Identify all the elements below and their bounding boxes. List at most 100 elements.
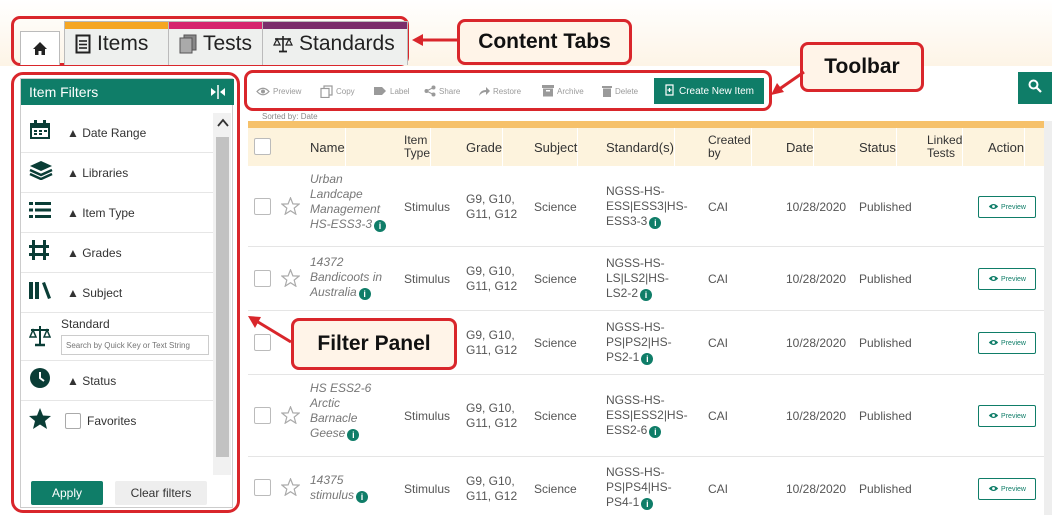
header-linked-tests[interactable]: Linked Tests	[927, 128, 964, 166]
info-icon[interactable]: i	[649, 217, 662, 229]
tab-standards[interactable]: Standards	[262, 21, 408, 65]
row-checkbox[interactable]	[254, 334, 271, 351]
row-checkbox[interactable]	[254, 479, 271, 496]
row-preview-button[interactable]: Preview	[978, 332, 1036, 354]
info-icon[interactable]: i	[640, 289, 653, 301]
row-standards: NGSS-HS- LS|LS2|HS- LS2-2 i	[606, 256, 669, 301]
eye-icon	[988, 275, 999, 284]
row-name-line: Landcape	[310, 187, 363, 201]
favorite-star-icon[interactable]	[281, 406, 300, 424]
filter-panel-highlight	[11, 72, 240, 513]
select-all-checkbox[interactable]	[254, 138, 271, 155]
row-checkbox[interactable]	[254, 198, 271, 215]
favorite-star-icon[interactable]	[281, 478, 300, 496]
search-button[interactable]	[1018, 72, 1052, 104]
header-subject[interactable]: Subject	[534, 128, 579, 166]
row-name[interactable]: Urban Landcape Management HS-ESS3-3 i	[310, 172, 387, 232]
row-grade-line: G11, G12	[466, 343, 518, 357]
row-standards-line: NGSS-HS-	[606, 465, 665, 479]
row-name-line: Geese	[310, 426, 346, 440]
document-icon	[75, 34, 91, 54]
header-action: Action	[988, 128, 1026, 166]
row-created-by: CAI	[708, 272, 729, 286]
row-date: 10/28/2020	[786, 409, 847, 423]
row-standards-line: ESS|ESS3|HS-	[606, 199, 688, 213]
row-standards-line: ESS|ESS2|HS-	[606, 408, 688, 422]
header-created-by[interactable]: Created by	[708, 128, 752, 166]
row-name-line: HS ESS2-6	[310, 381, 372, 395]
info-icon[interactable]: i	[374, 220, 387, 232]
favorite-star-icon[interactable]	[281, 269, 300, 287]
row-name-line: Arctic	[310, 396, 340, 410]
row-status: Published	[859, 336, 912, 350]
row-created-by: CAI	[708, 409, 729, 423]
row-date: 10/28/2020	[786, 482, 847, 496]
row-grade-line: G11, G12	[466, 489, 518, 503]
row-standards: NGSS-HS- ESS|ESS3|HS- ESS3-3 i	[606, 184, 688, 229]
row-date: 10/28/2020	[786, 336, 847, 350]
row-standards-line: LS|LS2|HS-	[606, 271, 669, 285]
row-date: 10/28/2020	[786, 272, 847, 286]
row-name[interactable]: 14372 Bandicoots in Australia i	[310, 255, 382, 300]
row-preview-button[interactable]: Preview	[978, 196, 1036, 218]
tab-standards-color-bar	[263, 22, 407, 29]
row-standards-line: PS|PS4|HS-	[606, 480, 672, 494]
tests-icon	[179, 34, 197, 54]
row-created-by: CAI	[708, 336, 729, 350]
row-grade-line: G9, G10,	[466, 264, 515, 278]
row-name[interactable]: HS ESS2-6 Arctic Barnacle Geese i	[310, 381, 371, 441]
row-preview-button[interactable]: Preview	[978, 268, 1036, 290]
info-icon[interactable]: i	[649, 426, 662, 438]
info-icon[interactable]: i	[641, 498, 654, 510]
table-row[interactable]: Urban Landcape Management HS-ESS3-3 i Sti…	[248, 166, 1044, 247]
info-icon[interactable]: i	[347, 429, 360, 441]
header-standards[interactable]: Standard(s)	[606, 128, 675, 166]
row-name-line: Bandicoots in	[310, 270, 383, 284]
tab-home[interactable]	[20, 31, 60, 65]
row-standards-line: LS2-2	[606, 286, 639, 300]
info-icon[interactable]: i	[641, 353, 654, 365]
tab-tests[interactable]: Tests	[168, 21, 274, 65]
row-standards-line: NGSS-HS-	[606, 256, 665, 270]
content-tabs-arrow	[412, 34, 458, 46]
row-grade: G9, G10, G11, G12	[466, 264, 517, 294]
row-subject: Science	[534, 272, 577, 286]
row-preview-label: Preview	[1001, 339, 1026, 347]
tab-items[interactable]: Items	[64, 21, 174, 65]
table-header-bar	[248, 121, 1044, 128]
table-row[interactable]: 14375 stimulus i Stimulus G9, G10, G11, G…	[248, 457, 1044, 515]
row-grade-line: G9, G10,	[466, 192, 515, 206]
row-grade: G9, G10, G11, G12	[466, 474, 517, 504]
row-checkbox[interactable]	[254, 270, 271, 287]
row-grade: G9, G10, G11, G12	[466, 328, 517, 358]
row-grade: G9, G10, G11, G12	[466, 401, 517, 431]
row-name-line: Australia	[310, 285, 357, 299]
row-type: Stimulus	[404, 272, 451, 286]
header-grade[interactable]: Grade	[466, 128, 504, 166]
header-name[interactable]: Name	[310, 128, 346, 166]
header-status[interactable]: Status	[859, 128, 897, 166]
sorted-by-label: Sorted by: Date	[262, 112, 318, 121]
row-preview-button[interactable]: Preview	[978, 405, 1036, 427]
row-name[interactable]: 14375 stimulus i	[310, 473, 369, 503]
row-type: Stimulus	[404, 409, 451, 423]
info-icon[interactable]: i	[358, 288, 371, 300]
row-preview-label: Preview	[1001, 275, 1026, 283]
row-created-by: CAI	[708, 482, 729, 496]
header-item-type-line2: Type	[404, 146, 431, 160]
tab-items-label: Items	[97, 31, 149, 55]
info-icon[interactable]: i	[356, 491, 369, 503]
header-item-type[interactable]: Item Type	[404, 128, 432, 166]
table-row[interactable]: HS ESS2-6 Arctic Barnacle Geese i Stimulu…	[248, 375, 1044, 457]
row-checkbox[interactable]	[254, 407, 271, 424]
home-icon	[32, 41, 48, 56]
table-row[interactable]: 14372 Bandicoots in Australia i Stimulus …	[248, 247, 1044, 311]
row-preview-label: Preview	[1001, 412, 1026, 420]
row-name-line: Urban	[310, 172, 343, 186]
row-preview-button[interactable]: Preview	[978, 478, 1036, 500]
header-date[interactable]: Date	[786, 128, 815, 166]
row-grade-line: G11, G12	[466, 207, 518, 221]
table-scrollbar[interactable]	[1044, 121, 1052, 515]
favorite-star-icon[interactable]	[281, 197, 300, 215]
content-tabs-highlight: Items Tests Standards	[11, 16, 409, 66]
